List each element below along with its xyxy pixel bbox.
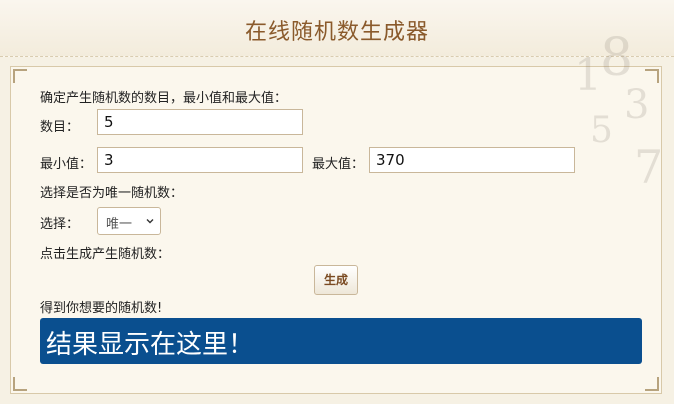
unique-select-value: 唯一 xyxy=(106,217,133,232)
select-label: 选择： xyxy=(40,217,80,232)
min-input[interactable] xyxy=(97,147,303,173)
decorative-numbers-background: 1 8 3 5 7 xyxy=(574,28,664,194)
min-label: 最小值： xyxy=(40,157,93,172)
max-input[interactable] xyxy=(369,147,575,173)
corner-ornament xyxy=(13,69,27,83)
chevron-down-icon xyxy=(146,219,154,224)
result-display: 结果显示在这里！ xyxy=(40,318,642,364)
result-caption: 得到你想要的随机数! xyxy=(40,301,163,316)
corner-ornament xyxy=(645,377,659,391)
page: 在线随机数生成器 1 8 3 5 7 确定产生随机数的数目，最小值和最大值： 数… xyxy=(0,0,674,404)
unique-prompt: 选择是否为唯一随机数： xyxy=(40,186,184,201)
max-label: 最大值： xyxy=(312,157,365,172)
generate-prompt: 点击生成产生随机数： xyxy=(40,247,171,262)
unique-select[interactable]: 唯一 xyxy=(97,207,161,235)
intro-text: 确定产生随机数的数目，最小值和最大值： xyxy=(40,91,288,106)
generate-button[interactable]: 生成 xyxy=(314,265,358,295)
count-input[interactable] xyxy=(97,109,303,135)
corner-ornament xyxy=(13,377,27,391)
count-label: 数目： xyxy=(40,120,80,135)
